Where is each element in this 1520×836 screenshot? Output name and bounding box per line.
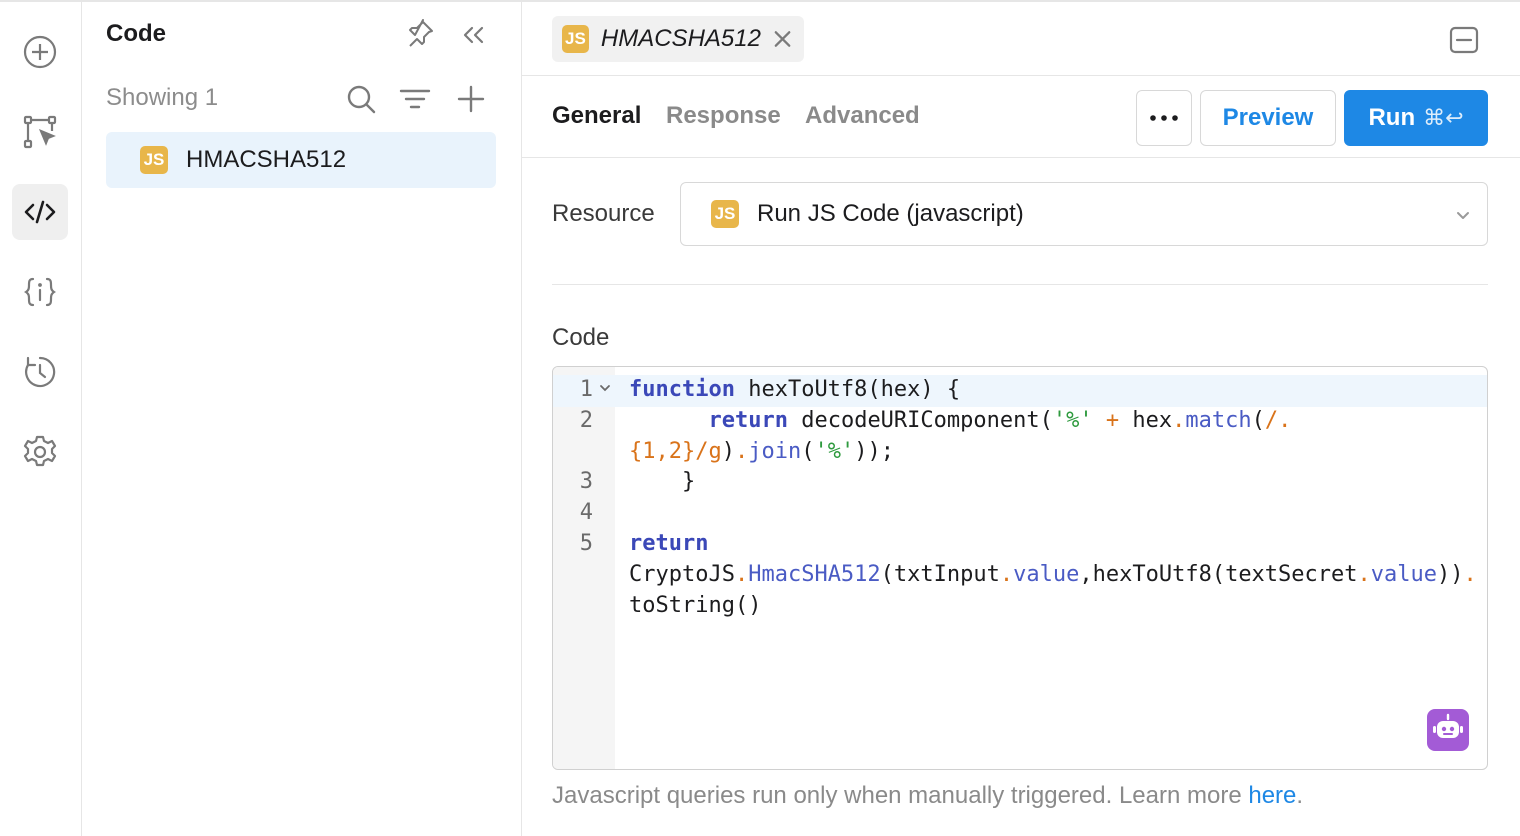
line-number: 3: [579, 469, 593, 494]
tab-advanced[interactable]: Advanced: [805, 102, 920, 130]
line-number: 5: [579, 531, 593, 556]
list-item-label: HMACSHA512: [186, 146, 347, 173]
help-text-body: Javascript queries run only when manuall…: [552, 782, 1249, 809]
pin-icon[interactable]: [404, 18, 436, 50]
icon-rail: [0, 2, 82, 836]
code-line: toString(): [629, 593, 762, 618]
tab-general[interactable]: General: [552, 102, 641, 130]
resource-select[interactable]: JS Run JS Code (javascript): [680, 182, 1488, 246]
code-list-panel: Code Showing 1 JS HMACSHA512: [82, 2, 522, 836]
divider: [552, 284, 1488, 285]
variables-icon[interactable]: [12, 264, 68, 320]
help-text-suffix: .: [1296, 782, 1304, 809]
settings-icon[interactable]: [12, 424, 68, 480]
help-text: Javascript queries run only when manuall…: [552, 782, 1303, 810]
resource-label: Resource: [552, 200, 655, 227]
showing-count: Showing 1: [106, 84, 219, 111]
line-number: 1: [579, 377, 593, 402]
code-line: function hexToUtf8(hex) {: [629, 377, 961, 402]
run-label: Run: [1368, 104, 1416, 131]
code-line: return decodeURIComponent('%' + hex.matc…: [708, 408, 1292, 433]
code-line: return: [629, 531, 709, 556]
js-badge-icon: JS: [140, 146, 168, 174]
editor-toolbar: General Response Advanced Preview Run ⌘↩: [522, 76, 1520, 158]
workflow-icon[interactable]: [12, 104, 68, 160]
tab-label: HMACSHA512: [600, 25, 761, 52]
history-icon[interactable]: [12, 344, 68, 400]
learn-more-link[interactable]: here: [1248, 782, 1296, 809]
app-window: Code Showing 1 JS HMACSHA512 JS HMACSHA5…: [0, 0, 1520, 836]
search-icon[interactable]: [344, 82, 378, 116]
line-number: 4: [579, 500, 593, 525]
fold-chevron-icon[interactable]: [599, 382, 611, 394]
run-shortcut: ⌘↩: [1423, 105, 1464, 131]
js-badge-icon: JS: [562, 25, 589, 53]
preview-button[interactable]: Preview: [1200, 90, 1336, 146]
code-line: CryptoJS.HmacSHA512(txtInput.value,hexTo…: [629, 562, 1477, 587]
line-number: 2: [579, 408, 593, 433]
query-editor: JS HMACSHA512 General Response Advanced …: [522, 2, 1520, 836]
code-editor[interactable]: 1 2 3 4 5 function hexToUtf8(hex) { retu…: [552, 366, 1488, 770]
close-icon[interactable]: [771, 27, 794, 51]
add-icon[interactable]: [12, 24, 68, 80]
chevron-down-icon: [1457, 212, 1469, 219]
resource-value: Run JS Code (javascript): [757, 200, 1024, 227]
run-button[interactable]: Run ⌘↩: [1344, 90, 1488, 146]
robot-icon: [1433, 713, 1463, 738]
more-icon: [1150, 115, 1178, 121]
tab-hmacsha512[interactable]: JS HMACSHA512: [552, 16, 804, 62]
code-icon[interactable]: [12, 184, 68, 240]
minimize-icon[interactable]: [1448, 24, 1480, 56]
js-badge-icon: JS: [711, 200, 739, 228]
more-options-button[interactable]: [1136, 90, 1192, 146]
collapse-panel-icon[interactable]: [456, 18, 490, 52]
add-query-icon[interactable]: [454, 82, 488, 116]
tab-bar: JS HMACSHA512: [522, 2, 1520, 76]
code-line: {1,2}/g).join('%'));: [629, 439, 894, 464]
ai-assistant-icon[interactable]: [1427, 709, 1469, 751]
tab-response[interactable]: Response: [666, 102, 781, 130]
code-line: }: [629, 469, 696, 494]
panel-title: Code: [106, 20, 166, 47]
code-label: Code: [552, 324, 610, 351]
filter-icon[interactable]: [398, 82, 432, 116]
list-item[interactable]: JS HMACSHA512: [106, 132, 496, 188]
